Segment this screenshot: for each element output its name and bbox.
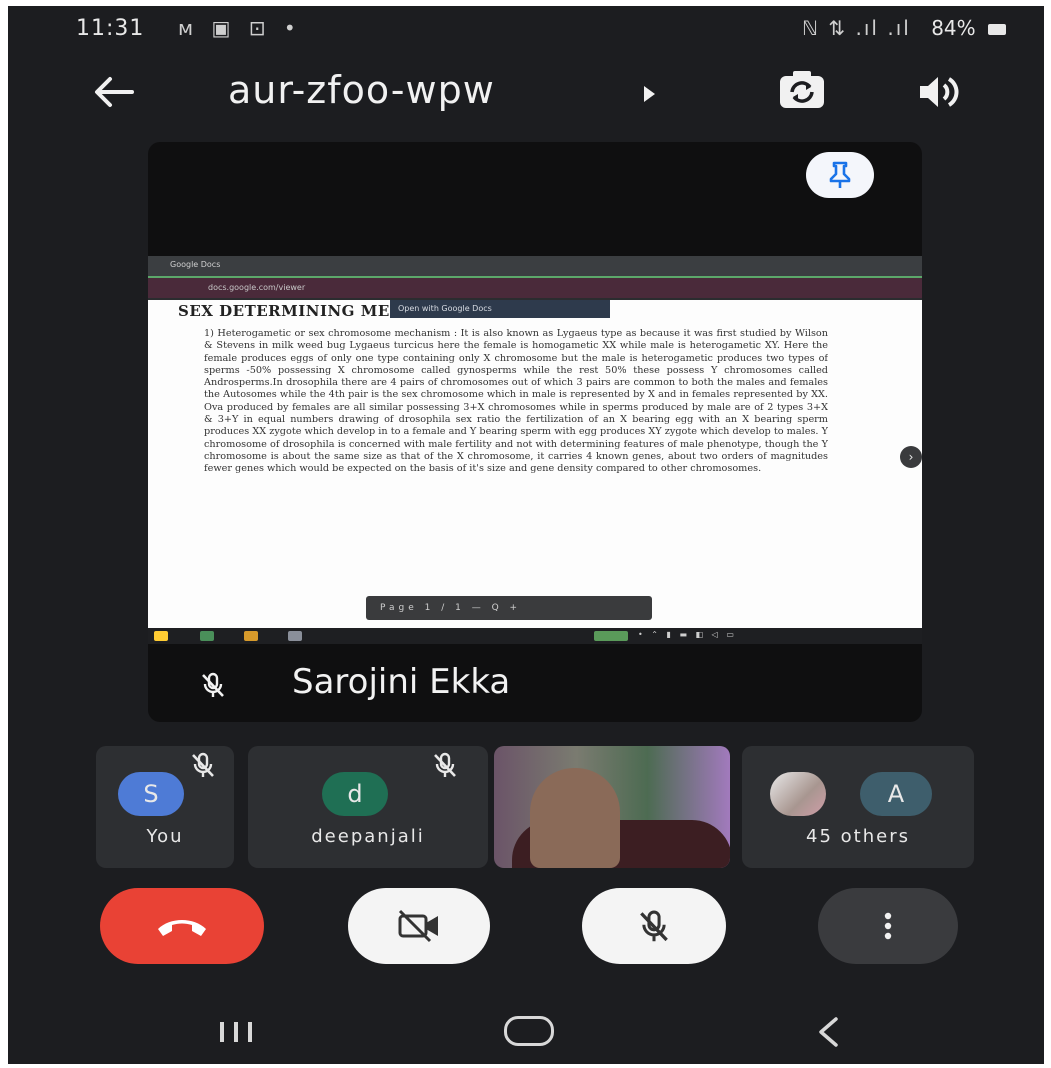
camera-off-icon: [398, 909, 438, 943]
meet-call-screen: 11:31 ᴍ ▣ ⊡ • ℕ ⇅ .ıl .ıl 84% aur-zfoo-w…: [8, 6, 1044, 1064]
participant-tile-others[interactable]: A 45 others: [742, 746, 974, 868]
avatar: S: [118, 772, 184, 816]
avatar-initial: d: [347, 780, 363, 808]
open-with-popup: Open with Google Docs: [390, 300, 610, 318]
mic-off-icon: [640, 910, 668, 942]
browser-tab-bar: Google Docs: [148, 256, 922, 278]
signal-icon: ℕ ⇅ .ıl .ıl: [802, 16, 911, 40]
taskbar-app: [244, 631, 258, 641]
participant-video-tile[interactable]: [494, 746, 730, 868]
presentation-tile[interactable]: Google Docs docs.google.com/viewer SEX D…: [148, 142, 922, 722]
more-vert-icon: [884, 912, 892, 940]
presenter-bar: Sarojini Ekka: [148, 658, 922, 708]
battery-level: 84%: [931, 16, 976, 40]
switch-camera-icon[interactable]: [776, 68, 828, 114]
back-arrow-icon[interactable]: [92, 72, 136, 112]
taskbar-status: [594, 631, 628, 641]
avatar: A: [860, 772, 932, 816]
call-header: aur-zfoo-wpw: [8, 64, 1044, 124]
avatar-initial: A: [887, 780, 905, 808]
presenter-name: Sarojini Ekka: [292, 662, 511, 702]
participant-label: deepanjali: [311, 826, 425, 847]
camera-toggle-button[interactable]: [348, 888, 490, 964]
battery-icon: [988, 24, 1006, 35]
participant-label: You: [146, 826, 184, 847]
mic-off-icon: [202, 672, 224, 697]
shared-taskbar: • ⌃ ▮ ▬ ◧ ◁ ▭: [148, 628, 922, 644]
mic-toggle-button[interactable]: [582, 888, 726, 964]
avatar-photo: [770, 772, 826, 816]
shared-screen: Google Docs docs.google.com/viewer SEX D…: [148, 256, 922, 644]
taskbar-app: [154, 631, 168, 641]
taskbar-app: [288, 631, 302, 641]
speaker-icon[interactable]: [916, 72, 962, 112]
participant-tile-deepanjali[interactable]: d deepanjali: [248, 746, 488, 868]
participant-tile-you[interactable]: S You: [96, 746, 234, 868]
address-text: docs.google.com/viewer: [208, 283, 306, 292]
address-bar: docs.google.com/viewer: [148, 278, 922, 298]
viewer-toolbar: Page 1 / 1 — Q +: [366, 596, 652, 620]
meeting-code[interactable]: aur-zfoo-wpw: [228, 68, 495, 112]
system-nav-bar: [8, 1000, 1044, 1064]
pin-icon: [829, 161, 851, 188]
phone-hangup-icon: [158, 920, 206, 936]
nav-back-icon[interactable]: [814, 1014, 842, 1050]
caret-right-icon[interactable]: [644, 86, 655, 102]
side-arrow-icon: ›: [900, 446, 922, 468]
notification-icons: ᴍ ▣ ⊡ •: [178, 16, 302, 40]
document-body: 1) Heterogametic or sex chromosome mecha…: [204, 328, 828, 475]
nav-home-icon[interactable]: [504, 1016, 554, 1046]
more-options-button[interactable]: [818, 888, 958, 964]
mic-off-icon: [192, 752, 214, 777]
nav-recent-icon[interactable]: [214, 1020, 258, 1044]
taskbar-tray: • ⌃ ▮ ▬ ◧ ◁ ▭: [638, 630, 737, 639]
taskbar-app: [200, 631, 214, 641]
mic-off-icon: [434, 752, 456, 777]
avatar-initial: S: [143, 780, 159, 808]
document-page: SEX DETERMINING MECHANISM Open with Goog…: [148, 300, 922, 628]
status-right: ℕ ⇅ .ıl .ıl 84%: [802, 16, 1006, 40]
participant-label: 45 others: [806, 826, 910, 847]
status-bar: 11:31 ᴍ ▣ ⊡ • ℕ ⇅ .ıl .ıl 84%: [8, 6, 1044, 52]
browser-tab: Google Docs: [170, 260, 221, 269]
participant-video-face: [530, 768, 620, 868]
avatar: d: [322, 772, 388, 816]
hangup-button[interactable]: [100, 888, 264, 964]
status-time: 11:31: [76, 16, 145, 41]
pin-button[interactable]: [806, 152, 874, 198]
